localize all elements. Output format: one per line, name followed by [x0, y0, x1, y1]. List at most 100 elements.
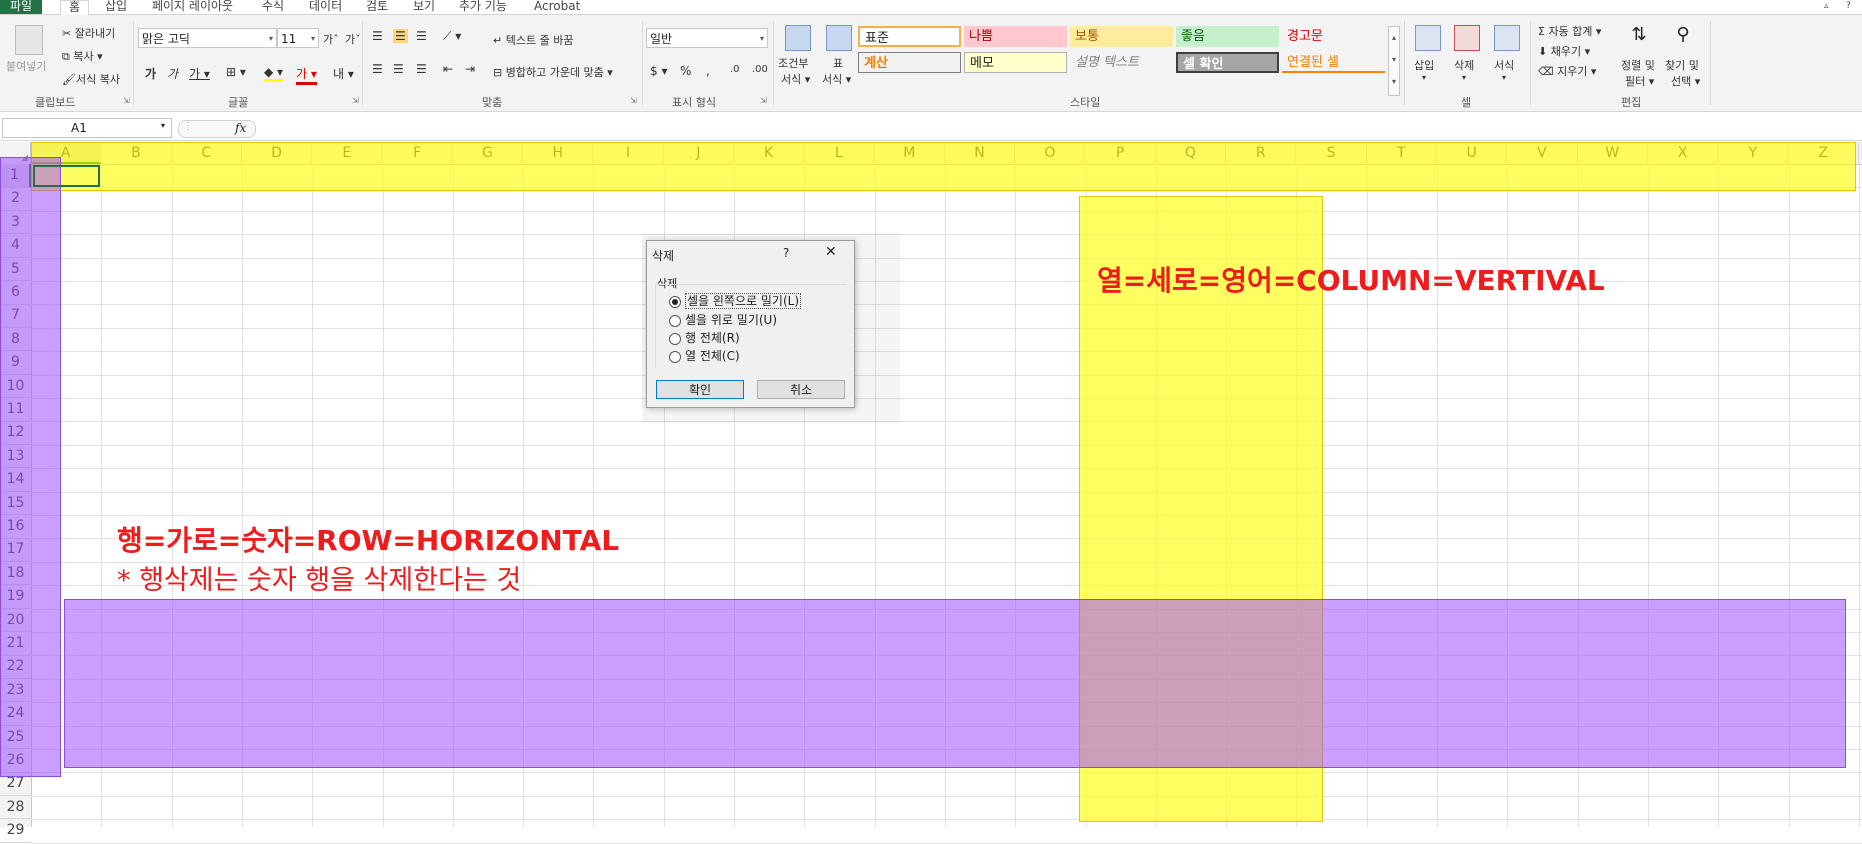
dialog-help-icon[interactable]: ? — [783, 246, 789, 260]
decrease-indent-icon[interactable]: ⇤ — [443, 62, 453, 76]
conditional-format-button[interactable]: 조건부 — [778, 55, 808, 71]
style-bad[interactable]: 나쁨 — [964, 26, 1067, 47]
style-warning[interactable]: 경고문 — [1282, 26, 1385, 47]
insert-cells-icon[interactable] — [1415, 25, 1441, 51]
option-shift-up[interactable]: 셀을 위로 밀기(U) — [669, 312, 777, 328]
style-calculation[interactable]: 계산 — [858, 52, 961, 73]
cut-button[interactable]: ✂ 잘라내기 — [62, 25, 115, 41]
style-note[interactable]: 메모 — [964, 52, 1067, 73]
formula-options-icon[interactable]: ⋮ — [183, 121, 193, 132]
format-cells-button[interactable]: 서식 — [1494, 57, 1514, 73]
help-icon[interactable]: ? — [1846, 0, 1851, 14]
tab-file[interactable]: 파일 — [0, 0, 43, 14]
insert-function-icon[interactable]: fx — [235, 121, 246, 135]
styles-gallery-scroll[interactable]: ▴ ▾ ▾ — [1388, 26, 1400, 96]
style-explanatory[interactable]: 설명 텍스트 — [1070, 52, 1173, 73]
insert-dropdown-icon[interactable]: ▾ — [1422, 73, 1426, 82]
delete-dropdown-icon[interactable]: ▾ — [1462, 73, 1466, 82]
align-middle-icon[interactable]: ☰ — [393, 29, 408, 43]
paste-button[interactable]: 붙여넣기 — [6, 58, 46, 74]
paste-icon[interactable] — [15, 25, 43, 55]
option-shift-left[interactable]: 셀을 왼쪽으로 밀기(L) — [669, 293, 801, 309]
collapse-ribbon-icon[interactable]: ▵ — [1824, 0, 1829, 14]
currency-icon[interactable]: $ ▾ — [650, 64, 667, 78]
copy-button[interactable]: ⧉ 복사 ▾ — [62, 48, 103, 64]
sort-filter-sub[interactable]: 필터 ▾ — [1625, 73, 1654, 89]
row-header[interactable]: 28 — [0, 796, 31, 820]
shrink-font-icon[interactable]: 가ˇ — [345, 31, 361, 47]
find-select-sub[interactable]: 선택 ▾ — [1671, 73, 1700, 89]
align-bottom-icon[interactable]: ☰ — [416, 29, 427, 43]
name-box[interactable]: A1 ▾ — [2, 118, 172, 138]
binoculars-icon[interactable]: ⚲ — [1671, 24, 1695, 48]
style-normal[interactable]: 표준 — [858, 26, 961, 47]
number-launcher-icon[interactable]: ⇲ — [760, 96, 767, 105]
underline-icon[interactable]: 가 ▾ — [189, 65, 210, 82]
tab-acrobat[interactable]: Acrobat — [534, 0, 580, 14]
font-launcher-icon[interactable]: ⇲ — [352, 96, 359, 105]
font-size-select[interactable]: 11 ▾ — [277, 28, 319, 48]
insert-cells-button[interactable]: 삽입 — [1414, 57, 1434, 73]
formula-input[interactable] — [265, 118, 1860, 138]
tab-formulas[interactable]: 수식 — [262, 0, 284, 14]
wrap-text-button[interactable]: ↵ 텍스트 줄 바꿈 — [493, 32, 573, 48]
autosum-button[interactable]: Σ 자동 합계 ▾ — [1538, 23, 1601, 39]
option-entire-column[interactable]: 열 전체(C) — [669, 348, 740, 364]
style-neutral[interactable]: 보통 — [1070, 26, 1173, 47]
option-entire-row[interactable]: 행 전체(R) — [669, 330, 740, 346]
cancel-button[interactable]: 취소 — [757, 380, 845, 399]
tab-home[interactable]: 홈 — [60, 0, 90, 15]
tab-view[interactable]: 보기 — [413, 0, 435, 14]
italic-icon[interactable]: 가 — [167, 65, 178, 82]
fill-color-icon[interactable]: ◆ ▾ — [264, 65, 284, 82]
style-check-cell[interactable]: 셀 확인 — [1176, 52, 1279, 73]
orientation-icon[interactable]: ⟋ ▾ — [443, 29, 461, 44]
font-color-icon[interactable]: 가 ▾ — [296, 65, 317, 85]
border-icon[interactable]: ⊞ ▾ — [226, 65, 246, 79]
tab-insert[interactable]: 삽입 — [105, 0, 127, 14]
alignment-launcher-icon[interactable]: ⇲ — [630, 96, 637, 105]
dialog-close-icon[interactable]: ✕ — [825, 244, 837, 260]
align-top-icon[interactable]: ☰ — [372, 29, 383, 43]
find-select-button[interactable]: 찾기 및 — [1665, 57, 1699, 73]
table-format-button[interactable]: 표 — [833, 55, 843, 71]
tab-review[interactable]: 검토 — [366, 0, 388, 14]
format-dropdown-icon[interactable]: ▾ — [1502, 73, 1506, 82]
format-painter-button[interactable]: 🖌서식 복사 — [62, 71, 120, 87]
delete-cells-icon[interactable] — [1454, 25, 1480, 51]
name-box-dropdown-icon[interactable]: ▾ — [161, 121, 165, 130]
align-right-icon[interactable]: ☰ — [416, 62, 427, 76]
conditional-format-icon[interactable] — [785, 25, 811, 51]
clipboard-launcher-icon[interactable]: ⇲ — [123, 96, 130, 105]
clear-button[interactable]: ⌫ 지우기 ▾ — [1538, 63, 1596, 79]
percent-icon[interactable]: % — [680, 64, 691, 78]
sort-filter-icon[interactable]: ⇅ — [1627, 24, 1651, 48]
style-good[interactable]: 좋음 — [1176, 26, 1279, 47]
ok-button[interactable]: 확인 — [656, 380, 744, 399]
conditional-format-sub[interactable]: 서식 ▾ — [781, 71, 810, 87]
grow-font-icon[interactable]: 가ˆ — [323, 31, 339, 47]
tab-addins[interactable]: 추가 기능 — [459, 0, 507, 14]
bold-icon[interactable]: 가 — [145, 65, 156, 82]
decrease-decimal-icon[interactable]: .00 — [752, 64, 768, 75]
phonetic-icon[interactable]: 내 ▾ — [333, 65, 354, 82]
delete-cells-button[interactable]: 삭제 — [1454, 57, 1474, 73]
align-left-icon[interactable]: ☰ — [372, 62, 383, 76]
sort-filter-button[interactable]: 정렬 및 — [1621, 57, 1655, 73]
table-format-sub[interactable]: 서식 ▾ — [822, 71, 851, 87]
increase-decimal-icon[interactable]: .0 — [730, 64, 740, 75]
number-format-select[interactable]: 일반 ▾ — [646, 28, 768, 48]
comma-icon[interactable]: , — [706, 64, 710, 78]
increase-indent-icon[interactable]: ⇥ — [465, 62, 475, 76]
font-name-select[interactable]: 맑은 고딕 ▾ — [138, 28, 277, 48]
format-cells-icon[interactable] — [1494, 25, 1520, 51]
fill-button[interactable]: ⬇ 채우기 ▾ — [1538, 43, 1590, 59]
tab-page-layout[interactable]: 페이지 레이아웃 — [152, 0, 233, 14]
style-linked-cell[interactable]: 연결된 셀 — [1282, 52, 1385, 73]
tab-data[interactable]: 데이터 — [309, 0, 342, 14]
row-header[interactable]: 29 — [0, 819, 31, 843]
active-cell-a1[interactable] — [33, 165, 100, 187]
merge-center-button[interactable]: ⊟ 병합하고 가운데 맞춤 ▾ — [493, 64, 613, 80]
table-format-icon[interactable] — [826, 25, 852, 51]
align-center-icon[interactable]: ☰ — [393, 62, 404, 76]
